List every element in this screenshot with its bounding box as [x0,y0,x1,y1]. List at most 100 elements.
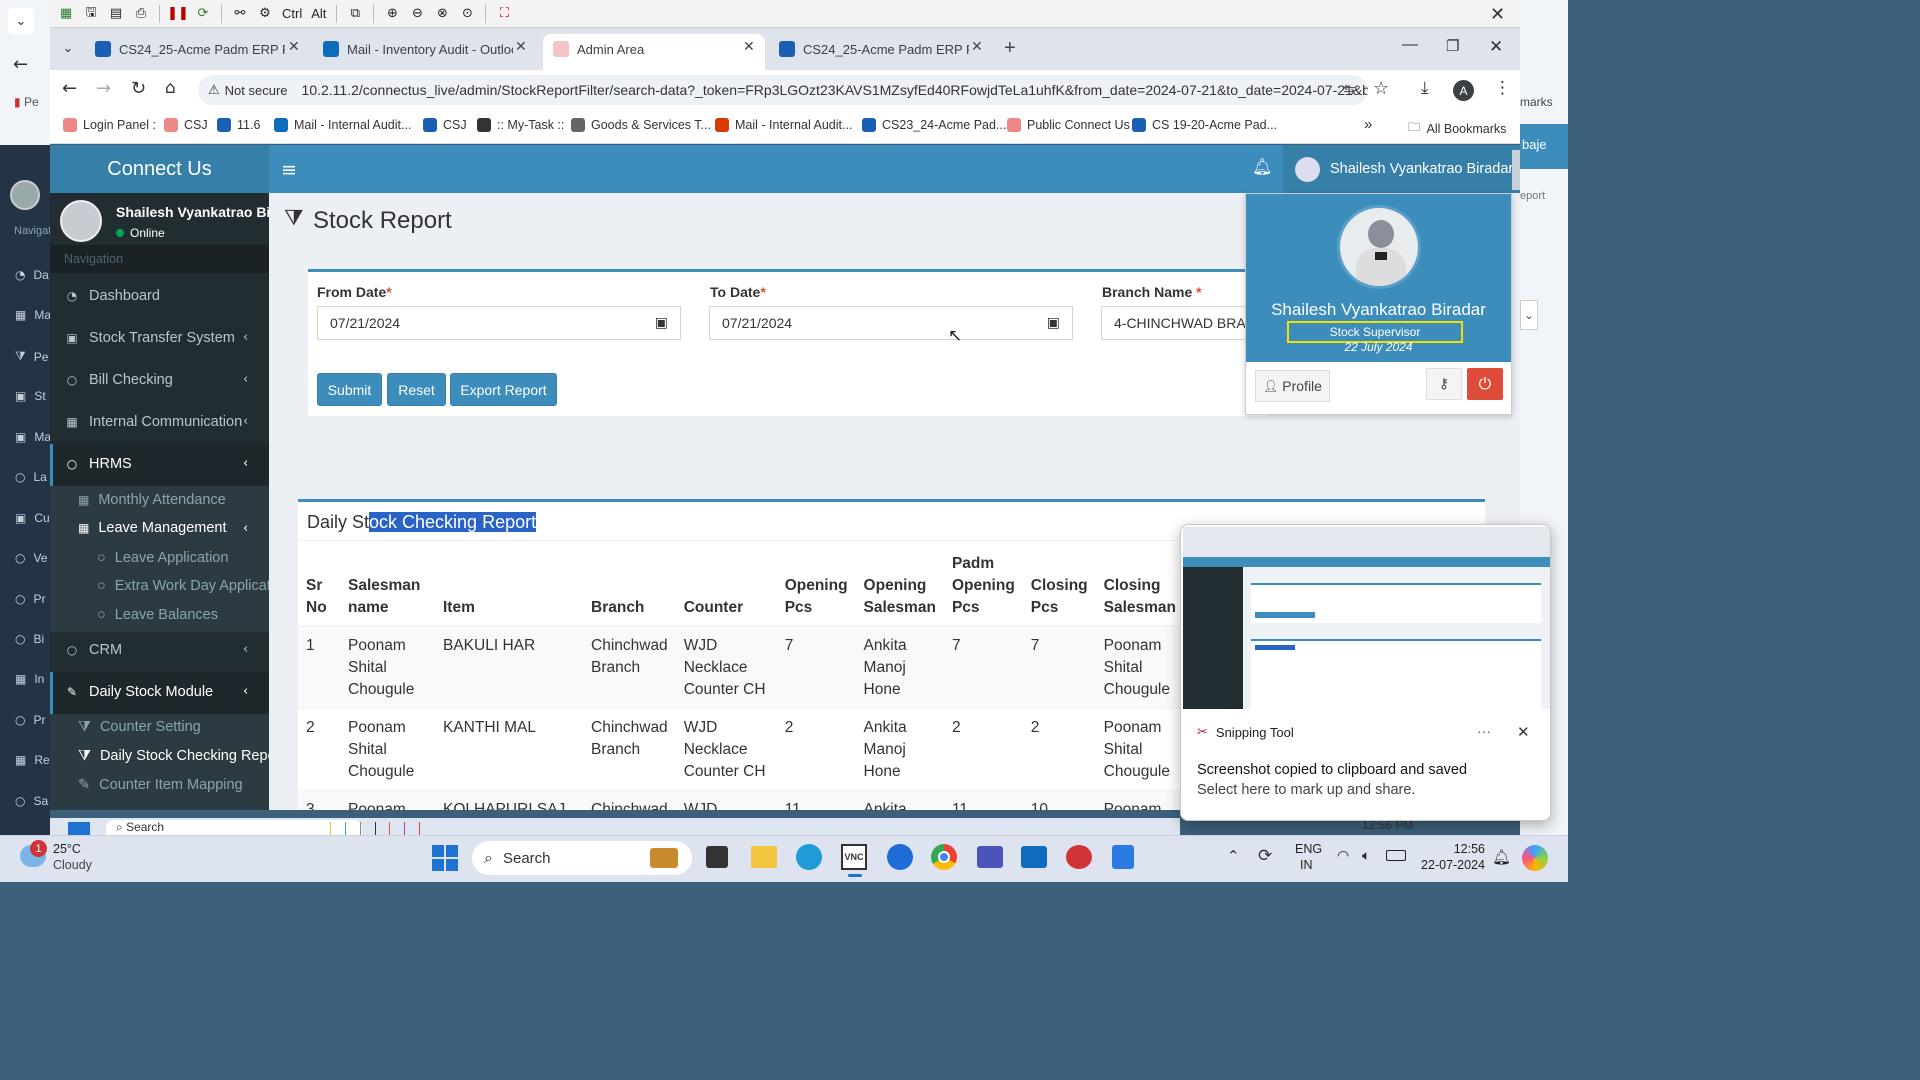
notification-bell-icon[interactable]: 🔔︎ [1252,157,1272,176]
sidebar-item-hrms[interactable]: ○ HRMS [65,456,132,472]
sidebar-item-daily-stock-report[interactable]: ⧩ Daily Stock Checking Report [78,748,269,764]
power-off-icon[interactable]: ⏻ [1467,368,1503,400]
hamburger-icon[interactable]: ≡ [281,159,297,181]
clock-time[interactable]: 12:56 [1445,842,1485,856]
edge-icon[interactable] [796,844,822,870]
outer-sidebar-item[interactable]: ○ Pr [15,592,45,606]
restore-icon[interactable]: ❐ [1446,37,1459,55]
outer-sidebar-item[interactable]: ○ Bi [15,632,44,646]
scrollbar-thumb[interactable] [1512,150,1520,190]
sidebar-item-bill-checking[interactable]: ○ Bill Checking [65,372,173,388]
more-bookmarks-icon[interactable]: » [1364,116,1372,133]
taskbar-search[interactable]: ⌕ Search [472,841,692,875]
lang-primary[interactable]: ENG [1295,842,1322,856]
reset-button[interactable]: Reset [387,373,446,406]
options-icon[interactable]: ⚙ [255,4,275,24]
file-explorer-icon[interactable] [751,846,777,868]
sidebar-item-crm[interactable]: ○ CRM [65,642,122,658]
bookmark-item[interactable]: Mail - Internal Audit... [274,118,411,132]
battery-icon[interactable] [1386,850,1406,861]
refresh-icon[interactable]: ⟳ [193,4,213,24]
outer-sidebar-item[interactable]: ○ Ve [15,551,48,565]
close-window-icon[interactable]: ✕ [1489,37,1503,57]
tray-chevron-icon[interactable]: ⌃ [1227,847,1240,865]
wifi-icon[interactable]: ◠ [1337,848,1349,864]
close-icon[interactable]: ✕ [1517,723,1530,741]
fullscreen-icon[interactable]: ⛶ [494,4,514,24]
bookmark-item[interactable]: :: My-Task :: [477,118,564,132]
zoom-out-icon[interactable]: ⊖ [407,4,427,24]
from-date-input[interactable]: 07/21/2024 ▣ [317,306,681,340]
sidebar-item-leave-application[interactable]: ○ Leave Application [97,550,228,566]
copilot-icon[interactable] [1522,845,1548,871]
remote-start-icon[interactable] [68,822,90,835]
tab-mail[interactable]: Mail - Inventory Audit - Outloo [323,35,513,63]
bookmark-item[interactable]: CSJ [164,118,208,132]
submit-button[interactable]: Submit [317,373,382,406]
sidebar-item-monthly-attendance[interactable]: ▦ Monthly Attendance [78,492,226,508]
tab-erp-1[interactable]: CS24_25-Acme Padm ERP Platf [95,35,285,63]
outer-sidebar-item[interactable]: ◔ Da [15,268,49,282]
remote-close-icon[interactable]: ✕ [1490,4,1505,25]
outer-sidebar-item[interactable]: ▣ Ma [15,430,51,444]
outer-sidebar-item[interactable]: ▣ Cu [15,511,50,525]
profile-button[interactable]: 👤︎ Profile [1255,370,1330,402]
notepad-icon[interactable] [1112,845,1134,869]
sidebar-item-leave-balances[interactable]: ○ Leave Balances [97,607,218,623]
vnc-icon[interactable]: VNC [841,844,867,870]
outer-sidebar-item[interactable]: ○ Pr [15,713,45,727]
bookmark-item[interactable]: CS23_24-Acme Pad... [862,118,1006,132]
zoom-reset-icon[interactable]: ⊗ [432,4,452,24]
profile-avatar[interactable]: A [1453,80,1474,101]
outlook-icon[interactable] [1021,846,1047,868]
notification-bell-icon[interactable]: 🔔︎ [1492,848,1511,866]
save-icon[interactable]: 🖫 [81,4,101,24]
phone-icon[interactable] [887,844,913,870]
browser-menu-icon[interactable]: ⋮ [1494,78,1511,98]
download-icon[interactable]: ⤓ [1421,78,1429,98]
zoom-in-icon[interactable]: ⊕ [382,4,402,24]
forward-icon[interactable]: → [96,78,111,99]
bookmark-star-icon[interactable]: ☆ [1373,78,1389,99]
connect-icon[interactable]: ▦ [56,4,76,24]
outer-sidebar-item[interactable]: ▦ In [15,672,44,686]
translate-icon[interactable]: ⇆ [1343,80,1356,98]
pause-icon[interactable]: ❚❚ [167,4,189,24]
address-bar[interactable]: ⚠ Not secure 10.2.11.2/connectus_live/ad… [198,75,1368,105]
outer-sidebar-item[interactable]: ▦ Ma [15,308,51,322]
tab-admin-area[interactable]: Admin Area [553,35,733,63]
calendar-icon[interactable]: ▣ [1047,315,1060,331]
task-view-icon[interactable] [706,846,728,868]
screenshot-thumbnail[interactable] [1183,527,1550,709]
teams-icon[interactable] [977,846,1003,868]
header-user-menu[interactable]: Shailesh Vyankatrao Biradar [1283,145,1520,193]
outer-sidebar-item[interactable]: ▦ Re [15,753,50,767]
tab-close-icon[interactable]: ✕ [743,39,755,55]
zoom-fit-icon[interactable]: ⊙ [457,4,477,24]
bookmark-item[interactable]: Goods & Services T... [571,118,711,132]
bookmark-item[interactable]: Mail - Internal Audit... [715,118,852,132]
start-icon[interactable] [432,845,458,871]
outer-sidebar-item[interactable]: ⧩ Pe [15,349,48,364]
sidebar-item-counter-setting[interactable]: ⧩ Counter Setting [78,719,201,735]
sidebar-item-leave-management[interactable]: ▦ Leave Management [78,520,227,536]
tab-search-icon[interactable]: ⌄ [58,40,78,60]
sync-icon[interactable]: ⟳ [1258,846,1272,866]
volume-icon[interactable]: 🔈︎ [1362,848,1370,864]
chat-icon[interactable]: ⚯ [230,4,250,24]
copy-icon[interactable]: ⧉ [345,4,365,24]
outer-select-chevron-icon[interactable]: ⌄ [1520,300,1538,330]
reload-icon[interactable]: ↻ [131,78,146,99]
bookmark-item[interactable]: Login Panel : [63,118,156,132]
clock-date[interactable]: 22-07-2024 [1415,858,1485,872]
sidebar-item-extra-work[interactable]: ○Extra Work Day Application [97,578,269,594]
outer-dropdown-icon[interactable]: ⌄ [8,8,34,34]
bookmark-item[interactable]: Public Connect Us [1007,118,1130,132]
export-report-button[interactable]: Export Report [450,373,557,406]
tab-close-icon[interactable]: ✕ [971,39,983,55]
outer-back-icon[interactable]: ← [13,54,28,75]
snipping-tool-notification[interactable]: ✂ Snipping Tool ··· ✕ Screenshot copied t… [1180,524,1551,821]
to-date-input[interactable]: 07/21/2024 ▣ [709,306,1073,340]
remote-search-box[interactable]: ⌕ Search [106,820,362,835]
calendar-icon[interactable]: ▣ [655,315,668,331]
